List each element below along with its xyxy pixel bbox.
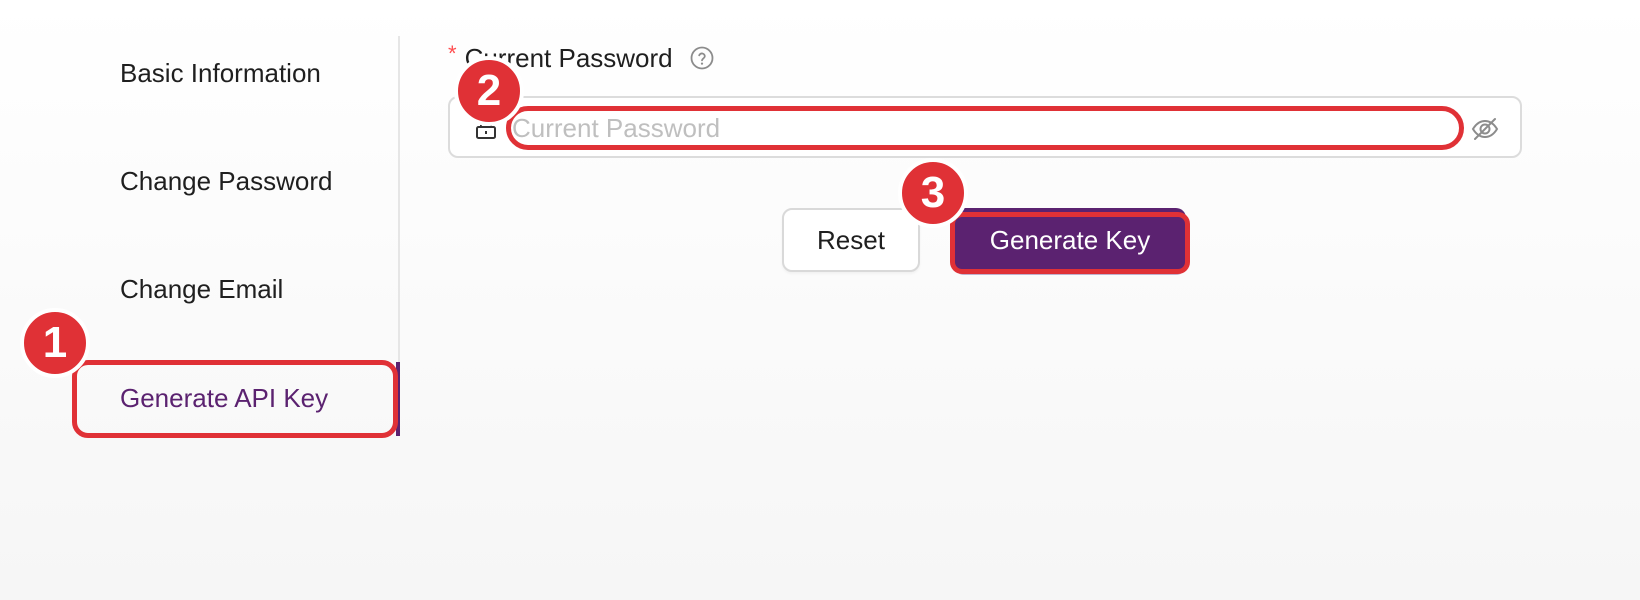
menu-item-basic-information[interactable]: Basic Information [120, 58, 321, 88]
menu-item-change-password[interactable]: Change Password [120, 166, 332, 196]
reset-button[interactable]: Reset [782, 208, 920, 272]
current-password-label: * Current Password [448, 41, 714, 76]
current-password-input[interactable] [512, 108, 1412, 148]
active-menu-indicator [396, 362, 400, 436]
current-password-label-text: Current Password [464, 43, 673, 73]
menu-item-change-email[interactable]: Change Email [120, 274, 283, 304]
generate-key-button[interactable]: Generate Key [954, 208, 1186, 272]
lock-icon [476, 117, 496, 139]
required-marker: * [448, 41, 457, 66]
eye-slash-icon[interactable] [1470, 114, 1500, 144]
menu-item-generate-api-key[interactable]: Generate API Key [120, 383, 328, 413]
current-password-input-wrapper[interactable] [448, 96, 1522, 158]
question-circle-icon[interactable] [690, 46, 714, 70]
settings-sidebar-menu: Basic Information Change Password Change… [0, 0, 400, 600]
